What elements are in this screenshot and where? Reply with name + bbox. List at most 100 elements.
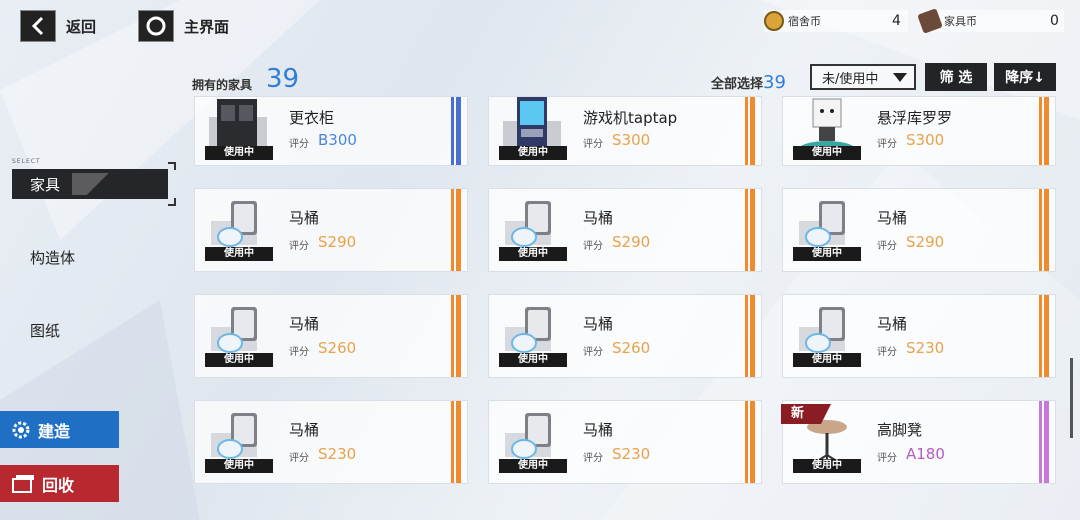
furniture-card[interactable]: 使用中 游戏机taptap 评分 S300 [488,96,762,166]
furniture-name: 悬浮库罗罗 [877,109,953,127]
dorm-coin-display: 宿舍币 4 [764,10,908,32]
in-use-badge: 使用中 [499,353,567,367]
rarity-stripe [745,295,755,377]
in-use-badge: 使用中 [499,247,567,261]
score-label: 评分 [289,453,309,464]
furniture-name: 马桶 [877,209,908,227]
rarity-stripe [745,97,755,165]
score-value: S290 [318,233,357,251]
dorm-coin-bar [764,10,908,32]
rarity-stripe [451,401,461,483]
score-label: 评分 [583,241,603,252]
furniture-card[interactable]: 使用中新高脚凳 评分 A180 [781,400,1056,484]
furniture-name: 马桶 [583,209,614,227]
sidebar-item-constructs[interactable]: 构造体 [12,242,168,272]
furniture-card[interactable]: 使用中 马桶评分 S230 [194,400,468,484]
furniture-coin-label: 家具币 [944,15,977,28]
sidebar-item-furniture[interactable]: 家具 [12,169,168,199]
rarity-stripe [451,97,461,165]
score-label: 评分 [877,139,897,150]
back-button[interactable]: 返回 [20,10,96,42]
home-button[interactable]: 主界面 [138,10,229,42]
dorm-coin-value: 4 [892,13,901,29]
build-label: 建造 [38,421,71,441]
in-use-badge: 使用中 [499,459,567,473]
furniture-name: 马桶 [289,421,320,439]
status-filter-value: 未/使用中 [822,71,879,87]
recycle-button[interactable]: 回收 [0,465,119,502]
selection-bracket-bottom [168,198,176,206]
recycle-label: 回收 [42,475,75,495]
furniture-name: 马桶 [289,315,320,333]
furniture-card[interactable]: 使用中 马桶评分 S260 [488,294,762,378]
in-use-badge: 使用中 [793,459,861,473]
score-value: S300 [612,131,651,149]
select-all-count: 39 [763,72,786,93]
in-use-badge: 使用中 [205,247,273,261]
furniture-coin-display: 家具币 0 [917,8,1064,34]
score-label: 评分 [583,347,603,358]
score-value: B300 [318,131,357,149]
owned-count: 39 [266,64,300,94]
sidebar-item-label: 构造体 [30,248,76,267]
home-label: 主界面 [184,17,230,36]
score-label: 评分 [289,241,309,252]
score-label: 评分 [877,347,897,358]
furniture-card[interactable]: 使用中 马桶 评分 S290 [782,188,1056,272]
in-use-badge: 使用中 [205,459,273,473]
sidebar-item-blueprints[interactable]: 图纸 [12,315,168,345]
furniture-name: 马桶 [289,209,320,227]
recycle-box-icon [12,474,34,493]
in-use-badge: 使用中 [205,146,273,160]
furniture-name: 马桶 [583,421,614,439]
score-value: S290 [612,233,651,251]
gear-icon [12,421,30,438]
furniture-name: 马桶 [583,315,614,333]
score-label: 评分 [289,347,309,358]
furniture-card[interactable]: 使用中 马桶评分 S290 [488,188,762,272]
owned-label: 拥有的家具 [192,78,253,92]
rarity-stripe [451,189,461,271]
score-value: S260 [318,339,357,357]
score-value: S230 [318,445,357,463]
dropdown-triangle-icon [893,73,907,82]
score-value: A180 [906,445,945,463]
furniture-coin-value: 0 [1050,13,1059,29]
select-all-button[interactable]: 全部选择39 [711,72,786,93]
furniture-card[interactable]: 使用中 马桶 评分 S230 [782,294,1056,378]
score-label: 评分 [289,139,309,150]
score-label: 评分 [877,453,897,464]
furniture-card[interactable]: 使用中 更衣柜评分 B300 [194,96,468,166]
scrollbar[interactable] [1070,358,1073,438]
furniture-card[interactable]: 使用中 马桶评分 S290 [194,188,468,272]
score-label: 评分 [877,241,897,252]
filter-button[interactable]: 筛 选 [925,63,987,91]
sort-button[interactable]: 降序↓ [994,63,1056,91]
rarity-stripe [745,401,755,483]
rarity-stripe [1039,97,1049,165]
dorm-coin-label: 宿舍币 [788,15,821,28]
build-button[interactable]: 建造 [0,411,119,448]
select-all-label: 全部选择 [711,77,764,92]
home-circle-icon [138,10,174,42]
furniture-name: 马桶 [877,315,908,333]
selection-bracket-top [168,162,176,170]
furniture-name: 游戏机taptap [583,109,678,127]
sidebar-item-label: 图纸 [30,321,61,340]
active-item-decoration [72,173,132,195]
score-value: S230 [612,445,651,463]
score-label: 评分 [583,453,603,464]
score-value: S260 [612,339,651,357]
score-value: S230 [906,339,945,357]
in-use-badge: 使用中 [499,146,567,160]
in-use-badge: 使用中 [205,353,273,367]
rarity-stripe [1039,295,1049,377]
select-tag: SELECT [12,158,41,165]
status-filter-dropdown[interactable]: 未/使用中 [810,64,916,90]
furniture-name: 高脚凳 [877,421,923,439]
furniture-card[interactable]: 使用中 马桶评分 S230 [488,400,762,484]
furniture-card[interactable]: 使用中 悬浮库罗罗 评分 S300 [782,96,1056,166]
rarity-stripe [1039,401,1049,483]
furniture-card[interactable]: 使用中 马桶评分 S260 [194,294,468,378]
furniture-name: 更衣柜 [289,109,335,127]
